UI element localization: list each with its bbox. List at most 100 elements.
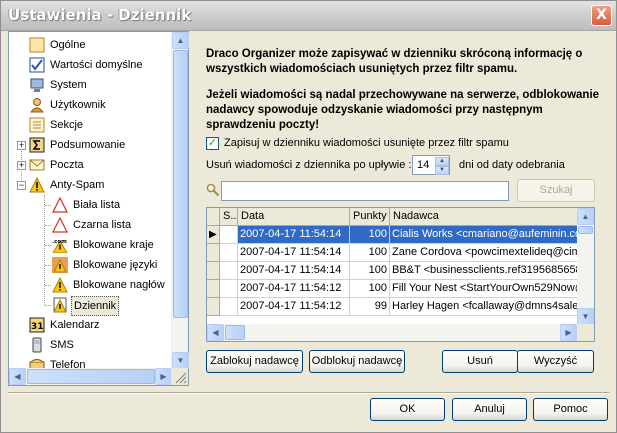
retention-days-value: 14 — [417, 159, 430, 171]
tree-item-label: System — [50, 79, 87, 91]
delete-button[interactable]: Usuń — [442, 350, 518, 373]
search-button[interactable]: Szukaj — [517, 179, 595, 202]
grid-hscroll-thumb[interactable] — [225, 325, 245, 340]
scroll-down-button[interactable]: ▼ — [172, 352, 189, 369]
cell-date[interactable]: 2007-04-17 11:54:14 — [238, 244, 350, 262]
tree-item-3[interactable]: Użytkownik — [9, 95, 172, 115]
column-header-status[interactable]: S... — [220, 208, 238, 226]
column-header-date[interactable]: Data — [238, 208, 350, 226]
column-header-points[interactable]: Punkty — [350, 208, 390, 226]
description-para-2: Jeżeli wiadomości są nadal przechowywane… — [206, 89, 600, 131]
scroll-thumb[interactable] — [173, 50, 188, 318]
tree-vertical-scrollbar[interactable]: ▲ ▼ — [171, 32, 189, 369]
hscroll-thumb[interactable] — [27, 369, 155, 384]
tree-item-4[interactable]: Sekcje — [9, 115, 172, 135]
scroll-left-button[interactable]: ◀ — [9, 368, 26, 385]
cell-date[interactable]: 2007-04-17 11:54:12 — [238, 280, 350, 298]
tree-item-7[interactable]: − Anty-Spam — [9, 175, 172, 195]
grid-horizontal-scrollbar[interactable]: ◀ ▶ — [207, 324, 577, 341]
tree-item-label: Anty-Spam — [50, 179, 105, 191]
cell-date[interactable]: 2007-04-17 11:54:14 — [238, 262, 350, 280]
cell-status[interactable] — [220, 298, 238, 316]
cell-points[interactable]: 99 — [350, 298, 390, 316]
grid-scroll-up-button[interactable]: ▲ — [577, 208, 594, 225]
tree-item-13[interactable]: Dziennik — [9, 295, 172, 316]
cell-status[interactable] — [220, 280, 238, 298]
cell-points[interactable]: 100 — [350, 280, 390, 298]
tree-item-10[interactable]: .com Blokowane kraje — [9, 235, 172, 255]
grid-scroll-corner — [577, 324, 594, 341]
size-grip — [171, 368, 188, 385]
scroll-right-button[interactable]: ▶ — [155, 368, 172, 385]
cell-status[interactable] — [220, 244, 238, 262]
tree-item-11[interactable]: Blokowane języki — [9, 255, 172, 275]
tree-item-12[interactable]: Blokowane nagłów — [9, 275, 172, 295]
unblock-sender-button[interactable]: Odblokuj nadawcę — [309, 350, 405, 373]
grid-scroll-left-button[interactable]: ◀ — [207, 324, 224, 341]
search-input[interactable] — [221, 181, 509, 201]
blocked-countries-icon: .com — [52, 239, 68, 253]
tree-item-16[interactable]: Telefon — [9, 355, 172, 369]
clear-button[interactable]: Wyczyść — [517, 350, 594, 373]
tree-item-label: Blokowane kraje — [73, 239, 154, 251]
spin-down-button[interactable]: ▼ — [435, 166, 449, 175]
cell-status[interactable] — [220, 226, 238, 244]
expand-icon[interactable]: + — [17, 141, 26, 150]
tree-item-8[interactable]: Biała lista — [9, 195, 172, 215]
log-icon — [53, 297, 67, 313]
cell-sender[interactable]: BB&T <businessclients.ref3195685658 — [390, 262, 578, 280]
cell-sender[interactable]: Cialis Works <cmariano@aufeminin.com — [390, 226, 578, 244]
tree-item-15[interactable]: SMS — [9, 335, 172, 355]
grid-vertical-scrollbar[interactable]: ▲ ▼ — [577, 208, 594, 325]
cell-points[interactable]: 100 — [350, 262, 390, 280]
grip-icon — [175, 372, 187, 384]
icon-overlay-text: .com — [52, 239, 67, 245]
retention-suffix: dni od daty odebrania — [459, 159, 565, 171]
help-button[interactable]: Pomoc — [533, 398, 608, 421]
tree-line — [45, 265, 51, 266]
close-icon: X — [596, 7, 607, 23]
cell-sender[interactable]: Fill Your Nest <StartYourOwn529Now@ — [390, 280, 578, 298]
cell-sender[interactable]: Harley Hagen <fcallaway@dmns4sale.c — [390, 298, 578, 316]
footer-divider — [8, 392, 609, 394]
expand-icon[interactable]: + — [17, 161, 26, 170]
tree-line — [45, 245, 51, 246]
tree-item-6[interactable]: + Poczta — [9, 155, 172, 175]
tree-line — [45, 205, 51, 206]
row-header[interactable] — [207, 262, 220, 280]
ok-button[interactable]: OK — [370, 398, 445, 421]
tree-item-9[interactable]: Czarna lista — [9, 215, 172, 235]
spin-up-button[interactable]: ▲ — [435, 157, 449, 166]
cell-date[interactable]: 2007-04-17 11:54:12 — [238, 298, 350, 316]
collapse-icon[interactable]: − — [17, 181, 26, 190]
cell-date[interactable]: 2007-04-17 11:54:14 — [238, 226, 350, 244]
row-header[interactable] — [207, 280, 220, 298]
cancel-button[interactable]: Anuluj — [452, 398, 527, 421]
cell-sender[interactable]: Zane Cordova <powcimextelideq@cimex — [390, 244, 578, 262]
block-sender-button[interactable]: Zablokuj nadawcę — [206, 350, 303, 373]
tree-item-label: Blokowane nagłów — [73, 279, 165, 291]
log-grid[interactable]: ▶ 2007-04-17 11:54:14 100 Cialis Works <cma… — [206, 207, 595, 342]
row-header[interactable] — [207, 244, 220, 262]
close-button[interactable]: X — [591, 5, 612, 26]
row-header[interactable]: ▶ — [207, 226, 220, 244]
tree-horizontal-scrollbar[interactable]: ◀ ▶ — [9, 368, 172, 385]
grid-scroll-right-button[interactable]: ▶ — [560, 324, 577, 341]
tree-item-14[interactable]: 31 Kalendarz — [9, 315, 172, 335]
blocked-languages-icon — [52, 257, 68, 273]
log-checkbox[interactable]: ✓ — [206, 137, 219, 150]
tree-item-1[interactable]: Wartości domyślne — [9, 55, 172, 75]
retention-prefix: Usuń wiadomości z dziennika po upływie : — [206, 159, 412, 171]
title-bar[interactable]: Ustawienia - Dziennik X — [1, 1, 616, 31]
scroll-up-button[interactable]: ▲ — [172, 32, 189, 49]
grid-scroll-thumb[interactable] — [578, 226, 593, 234]
grid-scroll-down-button[interactable]: ▼ — [577, 308, 594, 325]
tree-item-0[interactable]: Ogólne — [9, 35, 172, 55]
cell-status[interactable] — [220, 262, 238, 280]
tree-item-5[interactable]: + Podsumowanie — [9, 135, 172, 155]
row-header[interactable] — [207, 298, 220, 316]
column-header-sender[interactable]: Nadawca — [390, 208, 580, 226]
cell-points[interactable]: 100 — [350, 244, 390, 262]
cell-points[interactable]: 100 — [350, 226, 390, 244]
tree-item-2[interactable]: System — [9, 75, 172, 95]
